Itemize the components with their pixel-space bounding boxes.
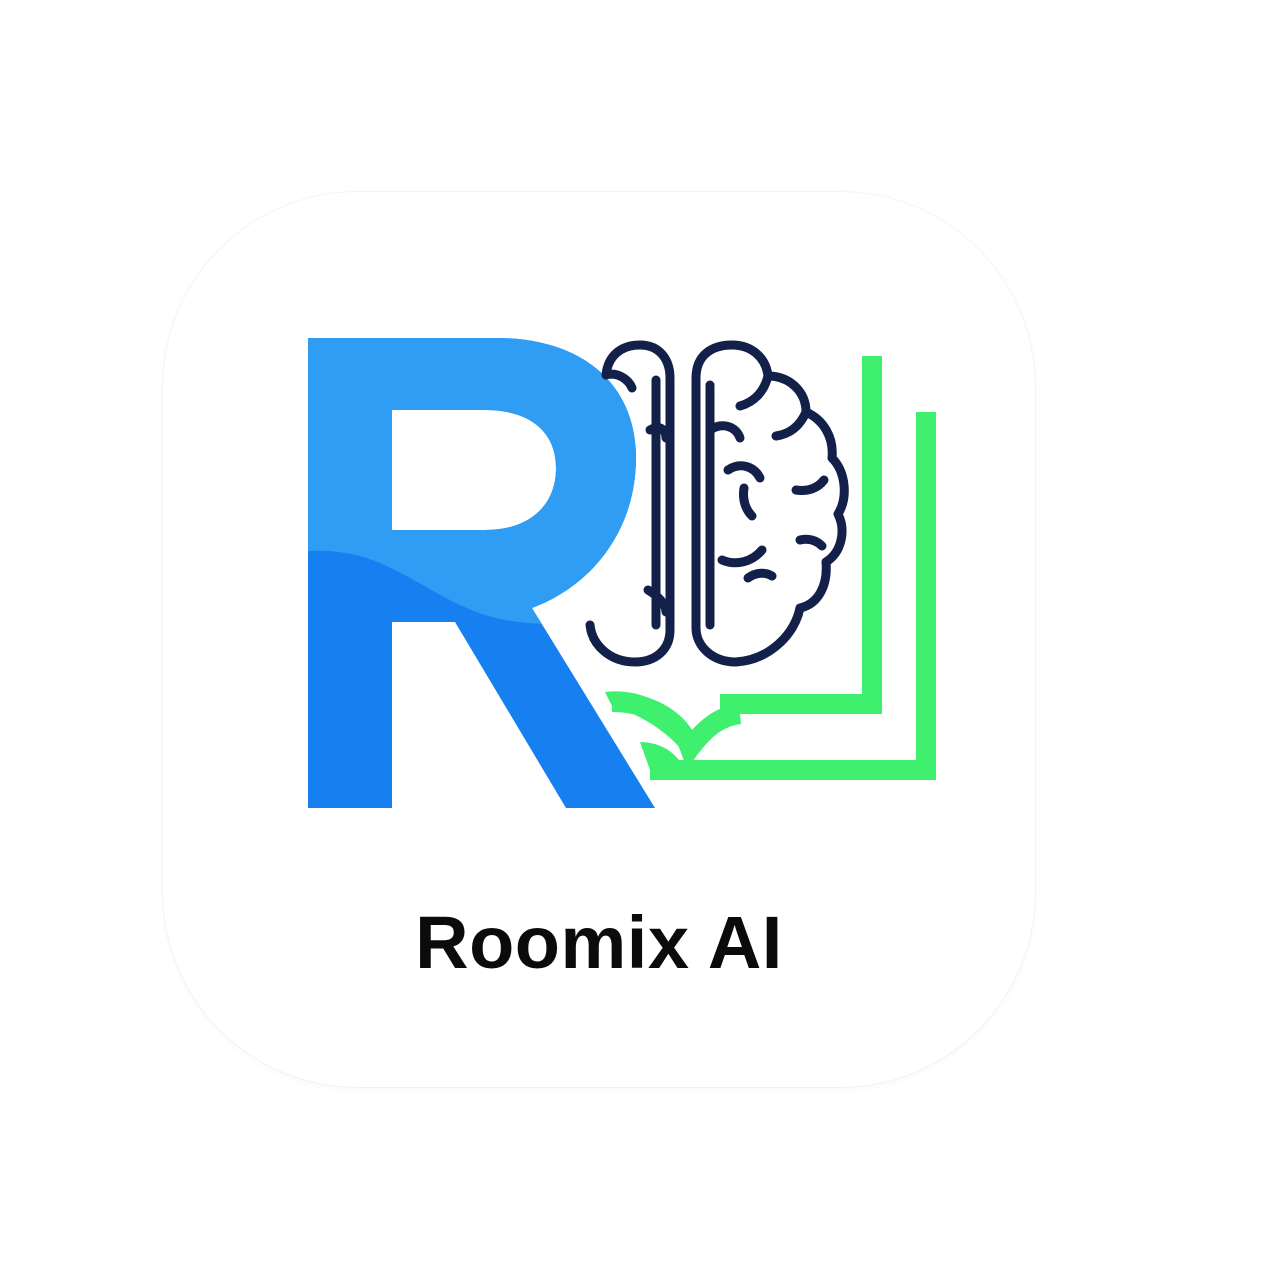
- app-name-label: Roomix AI: [415, 901, 783, 984]
- roomix-logo-icon: [308, 338, 936, 808]
- letter-r-icon: [308, 338, 655, 808]
